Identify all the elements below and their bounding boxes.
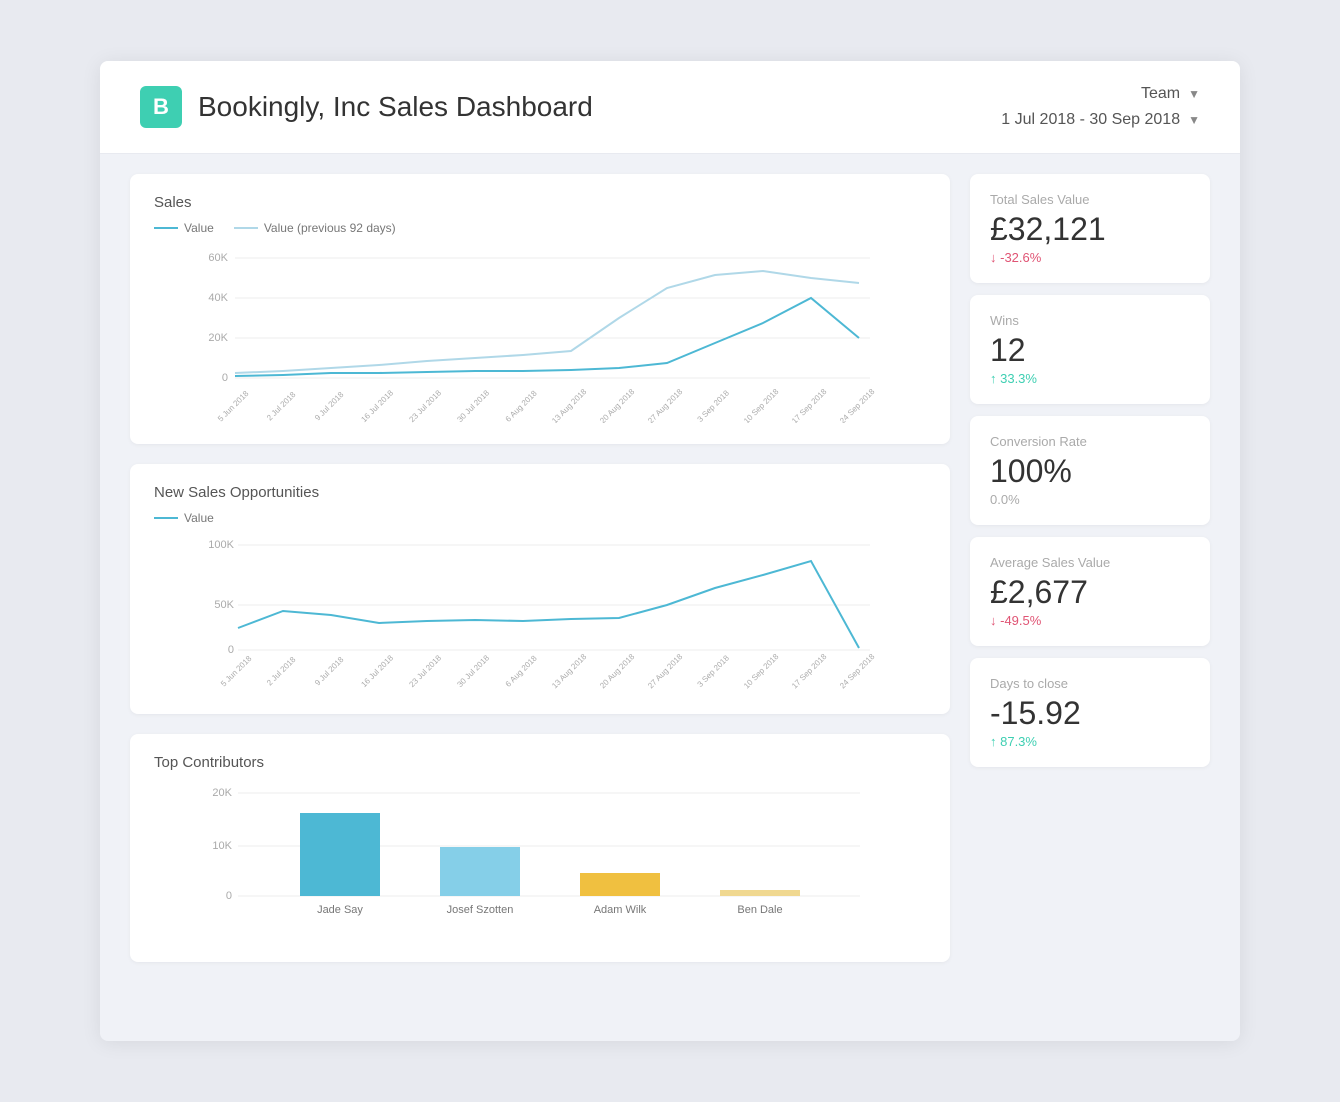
- svg-text:2 Jul 2018: 2 Jul 2018: [265, 390, 298, 423]
- svg-text:Adam Wilk: Adam Wilk: [594, 904, 647, 916]
- svg-text:0: 0: [222, 372, 228, 384]
- sales-chart-title: Sales: [154, 194, 926, 211]
- opportunities-legend: Value: [154, 511, 926, 525]
- svg-text:0: 0: [226, 890, 232, 902]
- svg-text:0: 0: [228, 644, 234, 656]
- opp-legend-value: Value: [154, 511, 214, 525]
- svg-text:100K: 100K: [208, 539, 234, 551]
- date-range-dropdown[interactable]: 1 Jul 2018 - 30 Sep 2018 ▼: [1001, 111, 1200, 129]
- svg-text:3 Sep 2018: 3 Sep 2018: [696, 653, 732, 689]
- logo-icon: B: [140, 86, 182, 128]
- metric-conversion-change: 0.0%: [990, 492, 1190, 507]
- svg-text:20 Aug 2018: 20 Aug 2018: [598, 387, 637, 423]
- metric-avg-sales: Average Sales Value £2,677 ↓ -49.5%: [970, 537, 1210, 646]
- date-range-label: 1 Jul 2018 - 30 Sep 2018: [1001, 111, 1180, 129]
- contributors-chart-svg: 20K 10K 0 Jade Say Josef Szotten: [154, 781, 926, 941]
- metric-total-sales-value: £32,121: [990, 211, 1190, 248]
- page-title: Bookingly, Inc Sales Dashboard: [198, 91, 593, 123]
- svg-text:27 Aug 2018: 27 Aug 2018: [646, 387, 685, 423]
- svg-text:30 Jul 2018: 30 Jul 2018: [455, 388, 491, 423]
- svg-text:23 Jul 2018: 23 Jul 2018: [407, 653, 443, 689]
- header-right: Team ▼ 1 Jul 2018 - 30 Sep 2018 ▼: [1001, 85, 1200, 129]
- metric-total-sales-change: ↓ -32.6%: [990, 250, 1190, 265]
- team-dropdown[interactable]: Team ▼: [1141, 85, 1200, 103]
- svg-text:5 Jun 2018: 5 Jun 2018: [216, 389, 251, 423]
- metric-total-sales-label: Total Sales Value: [990, 192, 1190, 207]
- metric-conversion-value: 100%: [990, 453, 1190, 490]
- svg-text:30 Jul 2018: 30 Jul 2018: [455, 653, 491, 689]
- svg-text:50K: 50K: [214, 599, 234, 611]
- svg-text:5 Jun 2018: 5 Jun 2018: [219, 654, 254, 689]
- charts-column: Sales Value Value (previous 92 days) 60K…: [130, 174, 950, 962]
- metric-avg-sales-value: £2,677: [990, 574, 1190, 611]
- svg-text:23 Jul 2018: 23 Jul 2018: [407, 388, 443, 423]
- metric-avg-sales-label: Average Sales Value: [990, 555, 1190, 570]
- metric-wins-label: Wins: [990, 313, 1190, 328]
- svg-text:27 Aug 2018: 27 Aug 2018: [646, 652, 685, 691]
- svg-text:10 Sep 2018: 10 Sep 2018: [742, 652, 781, 691]
- metric-conversion-label: Conversion Rate: [990, 434, 1190, 449]
- header-left: B Bookingly, Inc Sales Dashboard: [140, 86, 593, 128]
- svg-text:2 Jul 2018: 2 Jul 2018: [265, 655, 298, 688]
- metric-days-value: -15.92: [990, 695, 1190, 732]
- svg-text:6 Aug 2018: 6 Aug 2018: [504, 388, 539, 423]
- opportunities-chart-title: New Sales Opportunities: [154, 484, 926, 501]
- svg-text:16 Jul 2018: 16 Jul 2018: [359, 653, 395, 689]
- svg-text:17 Sep 2018: 17 Sep 2018: [790, 652, 829, 691]
- header: B Bookingly, Inc Sales Dashboard Team ▼ …: [100, 61, 1240, 154]
- svg-text:10 Sep 2018: 10 Sep 2018: [742, 387, 781, 423]
- svg-text:24 Sep 2018: 24 Sep 2018: [838, 387, 877, 423]
- svg-text:16 Jul 2018: 16 Jul 2018: [359, 388, 395, 423]
- svg-text:13 Aug 2018: 13 Aug 2018: [550, 652, 589, 691]
- dashboard-wrapper: B Bookingly, Inc Sales Dashboard Team ▼ …: [100, 61, 1240, 1041]
- team-dropdown-arrow: ▼: [1188, 87, 1200, 101]
- metric-wins-change: ↑ 33.3%: [990, 371, 1190, 386]
- svg-text:3 Sep 2018: 3 Sep 2018: [696, 388, 732, 423]
- sales-chart-section: Sales Value Value (previous 92 days) 60K…: [130, 174, 950, 444]
- metric-total-sales: Total Sales Value £32,121 ↓ -32.6%: [970, 174, 1210, 283]
- svg-text:9 Jul 2018: 9 Jul 2018: [313, 655, 346, 688]
- svg-text:17 Sep 2018: 17 Sep 2018: [790, 387, 829, 423]
- legend-line-value: [154, 227, 178, 229]
- svg-text:13 Aug 2018: 13 Aug 2018: [550, 387, 589, 423]
- metric-wins-value: 12: [990, 332, 1190, 369]
- svg-text:24 Sep 2018: 24 Sep 2018: [838, 652, 877, 691]
- svg-text:Jade Say: Jade Say: [317, 904, 363, 916]
- contributors-chart-section: Top Contributors 20K 10K 0 Jade Say: [130, 734, 950, 962]
- metric-conversion: Conversion Rate 100% 0.0%: [970, 416, 1210, 525]
- svg-text:9 Jul 2018: 9 Jul 2018: [313, 390, 346, 423]
- svg-text:6 Aug 2018: 6 Aug 2018: [504, 653, 539, 688]
- svg-text:40K: 40K: [208, 292, 228, 304]
- metric-days-label: Days to close: [990, 676, 1190, 691]
- sales-legend-previous: Value (previous 92 days): [234, 221, 396, 235]
- sales-legend-value: Value: [154, 221, 214, 235]
- metric-days-to-close: Days to close -15.92 ↑ 87.3%: [970, 658, 1210, 767]
- main-content: Sales Value Value (previous 92 days) 60K…: [100, 154, 1240, 982]
- metric-days-change: ↑ 87.3%: [990, 734, 1190, 749]
- svg-text:Ben Dale: Ben Dale: [737, 904, 782, 916]
- svg-text:20K: 20K: [212, 787, 232, 799]
- svg-text:60K: 60K: [208, 252, 228, 264]
- sales-chart-svg: 60K 40K 20K 0 5 Jun 2018 2 Jul 2018: [154, 243, 926, 423]
- opp-legend-line: [154, 517, 178, 519]
- svg-text:20 Aug 2018: 20 Aug 2018: [598, 652, 637, 691]
- metrics-column: Total Sales Value £32,121 ↓ -32.6% Wins …: [970, 174, 1210, 962]
- team-label: Team: [1141, 85, 1180, 103]
- metric-avg-sales-change: ↓ -49.5%: [990, 613, 1190, 628]
- contributors-chart-title: Top Contributors: [154, 754, 926, 771]
- legend-line-previous: [234, 227, 258, 229]
- date-dropdown-arrow: ▼: [1188, 113, 1200, 127]
- opportunities-chart-svg: 100K 50K 0 5 Jun 2018 2 Jul 2018 9 Jul 2…: [154, 533, 926, 693]
- svg-text:10K: 10K: [212, 840, 232, 852]
- svg-text:Josef Szotten: Josef Szotten: [447, 904, 514, 916]
- svg-text:20K: 20K: [208, 332, 228, 344]
- opportunities-chart-section: New Sales Opportunities Value 100K 50K 0: [130, 464, 950, 714]
- metric-wins: Wins 12 ↑ 33.3%: [970, 295, 1210, 404]
- sales-legend: Value Value (previous 92 days): [154, 221, 926, 235]
